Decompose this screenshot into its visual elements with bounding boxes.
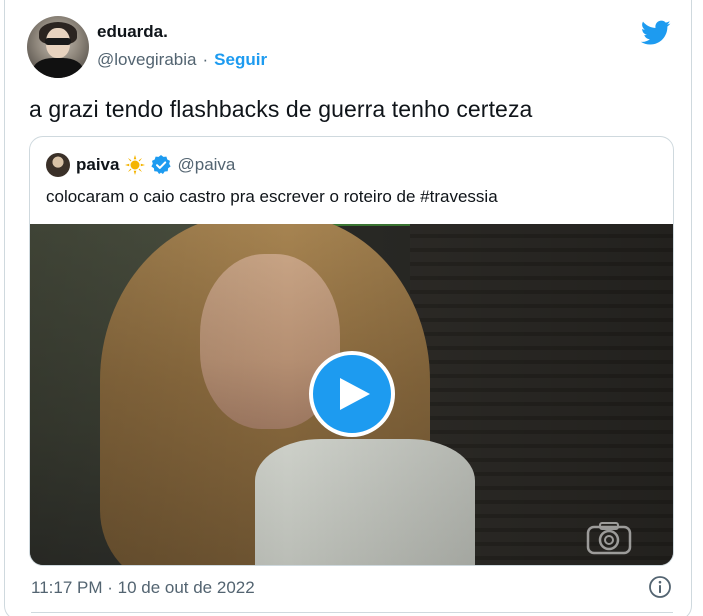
play-button[interactable] [309, 351, 395, 437]
tweet-timestamp[interactable]: 11:17 PM · 10 de out de 2022 [31, 578, 255, 598]
author-handle[interactable]: @lovegirabia [97, 50, 196, 70]
follow-button[interactable]: Seguir [214, 50, 267, 70]
play-icon [340, 378, 370, 410]
sun-emoji-icon [125, 155, 146, 175]
divider [31, 612, 673, 613]
verified-badge-icon [151, 155, 172, 174]
quoted-author-name: paiva [76, 155, 120, 174]
quoted-author-handle: @paiva [177, 155, 236, 174]
separator-dot: · [202, 50, 209, 69]
quoted-tweet-text: colocaram o caio castro pra escrever o r… [46, 187, 498, 206]
author-name[interactable]: eduarda. [97, 22, 168, 42]
tweet-card: eduarda. @lovegirabia · Seguir a grazi t… [4, 0, 692, 616]
video-player[interactable] [30, 224, 673, 565]
quoted-tweet-header: paiva @paiva [46, 153, 235, 177]
info-icon[interactable] [648, 575, 672, 599]
quoted-tweet[interactable]: paiva @paiva colocaram o caio castro pra… [29, 136, 674, 566]
camera-watermark-icon [586, 522, 632, 555]
quoted-author-avatar [46, 153, 70, 177]
author-meta: @lovegirabia · Seguir [97, 50, 267, 70]
twitter-bird-icon[interactable] [641, 20, 671, 46]
author-avatar[interactable] [27, 16, 89, 78]
tweet-text: a grazi tendo flashbacks de guerra tenho… [29, 96, 533, 122]
